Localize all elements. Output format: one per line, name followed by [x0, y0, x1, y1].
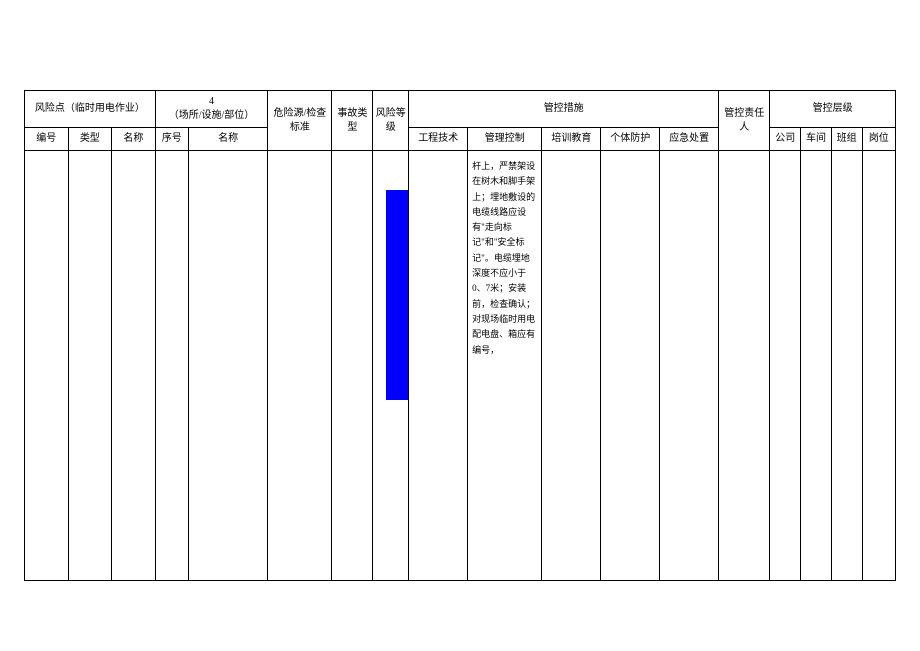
location-code: 4: [209, 96, 214, 107]
sub-workshop: 车间: [801, 128, 832, 151]
cell-mgmtctrl: 杆上，严禁架设在树木和脚手架上；埋地敷设的电缆线路应设有"走向标记"和"安全标记…: [468, 151, 542, 581]
header-hazard: 危险源/检查标准: [268, 91, 332, 151]
cell-accident: [332, 151, 373, 581]
header-risk-level: 风险等级: [373, 91, 409, 151]
sub-mgmtctrl: 管理控制: [468, 128, 542, 151]
header-risk-point: 风险点（临时用电作业）: [25, 91, 156, 128]
cell-responsible: [719, 151, 770, 581]
table-row: 杆上，严禁架设在树木和脚手架上；埋地敷设的电缆线路应设有"走向标记"和"安全标记…: [25, 151, 896, 581]
header-control-measures: 管控措施: [409, 91, 719, 128]
risk-control-table: 风险点（临时用电作业） 4 （场所/设施/部位） 危险源/检查标准 事故类型 风…: [24, 90, 896, 581]
cell-seq: [155, 151, 188, 581]
sub-seq: 序号: [155, 128, 188, 151]
sub-name: 名称: [112, 128, 156, 151]
cell-risk-level: [373, 151, 409, 581]
cell-training: [542, 151, 601, 581]
location-label: （场所/设施/部位）: [169, 110, 255, 121]
cell-type: [68, 151, 112, 581]
header-accident: 事故类型: [332, 91, 373, 151]
cell-workshop: [801, 151, 832, 581]
sub-training: 培训教育: [542, 128, 601, 151]
header-location: 4 （场所/设施/部位）: [155, 91, 268, 128]
sub-company: 公司: [770, 128, 801, 151]
sub-type: 类型: [68, 128, 112, 151]
header-control-level: 管控层级: [770, 91, 896, 128]
sub-no: 编号: [25, 128, 69, 151]
sub-name2: 名称: [188, 128, 267, 151]
cell-team: [831, 151, 862, 581]
cell-no: [25, 151, 69, 581]
cell-company: [770, 151, 801, 581]
sub-team: 班组: [831, 128, 862, 151]
cell-position: [862, 151, 895, 581]
sub-position: 岗位: [862, 128, 895, 151]
sub-engtech: 工程技术: [409, 128, 468, 151]
header-responsible: 管控责任人: [719, 91, 770, 151]
sub-emergency: 应急处置: [660, 128, 719, 151]
cell-hazard: [268, 151, 332, 581]
sub-ppe: 个体防护: [601, 128, 660, 151]
table-container: 风险点（临时用电作业） 4 （场所/设施/部位） 危险源/检查标准 事故类型 风…: [0, 0, 920, 581]
cell-ppe: [601, 151, 660, 581]
risk-level-indicator: [386, 190, 408, 400]
cell-name2: [188, 151, 267, 581]
cell-engtech: [409, 151, 468, 581]
cell-name: [112, 151, 156, 581]
cell-emergency: [660, 151, 719, 581]
